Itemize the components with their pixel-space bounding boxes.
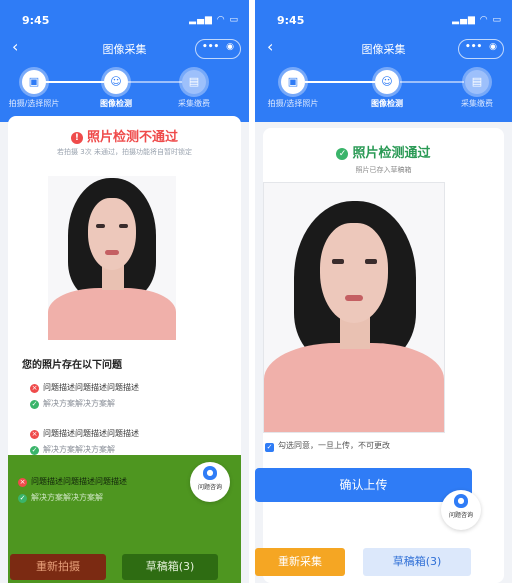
payment-step-icon: ▤ [182, 70, 206, 94]
issue-solution: ✓ 解决方案解决方案解 [30, 399, 115, 409]
check-circle-icon: ✓ [18, 494, 27, 503]
step-connector-pending [128, 81, 186, 83]
step-label-detect: 图像检测 [100, 99, 132, 108]
error-icon: ! [70, 132, 83, 144]
consult-label: 问题咨询 [197, 484, 222, 491]
step-label-photo: 拍摄/选择照片 [8, 99, 60, 108]
issue-problem: × 问题描述问题描述问题描述 [30, 383, 139, 393]
consult-label: 问题咨询 [448, 512, 473, 519]
portrait-photo [263, 182, 445, 433]
status-icons: ▂▄▆ ◠ ▭ [189, 15, 239, 25]
check-circle-icon: ✓ [336, 148, 349, 160]
progress-steps: ▣ ☺ ▤ 拍摄/选择照片 图像检测 采集缴费 [0, 68, 249, 118]
header: 9:45 ▂▄▆ ◠ ▭ ‹ 图像采集 ••• ◉ ▣ ☺ ▤ 拍摄/选择照片 … [0, 0, 249, 122]
consult-button[interactable]: ● 问题咨询 [190, 462, 230, 502]
detect-step-icon: ☺ [375, 70, 399, 94]
saved-note: 照片已存入草稿箱 [355, 166, 412, 174]
issue-problem: × 问题描述问题描述问题描述 [30, 429, 139, 439]
consult-button[interactable]: ● 问题咨询 [441, 490, 481, 530]
right-phone-screen: 9:45 ▂▄▆ ◠ ▭ ‹ 图像采集 ••• ◉ ▣ ☺ ▤ 拍摄/选择照片 … [255, 0, 512, 583]
agreement-checkbox[interactable]: ✓ 勾选同意，一旦上传，不可更改 [265, 440, 390, 452]
result-title-text: 照片检测不通过 [86, 130, 178, 145]
close-circle-icon: × [18, 478, 27, 487]
step-label-payment: 采集缴费 [461, 99, 493, 108]
detect-step-icon: ☺ [104, 70, 128, 94]
check-circle-icon: ✓ [30, 446, 39, 455]
portrait-photo [48, 176, 176, 340]
confirm-upload-button[interactable]: 确认上传 [255, 468, 472, 502]
chat-icon: ● [203, 466, 217, 480]
retry-note: 若拍摄 3次 未通过，拍摄功能将自暂时锁定 [57, 148, 192, 156]
drafts-button[interactable]: 草稿箱(3) [122, 554, 218, 580]
more-icon[interactable]: ••• [202, 42, 219, 52]
result-title: ! 照片检测不通过 [8, 126, 241, 145]
issue-problem: × 问题描述问题描述问题描述 [18, 477, 127, 487]
close-target-icon[interactable]: ◉ [489, 42, 497, 52]
nav-bar: ‹ 图像采集 ••• ◉ [255, 37, 512, 60]
miniapp-capsule[interactable]: ••• ◉ [458, 39, 504, 59]
result-title: ✓ 照片检测通过 [263, 142, 504, 161]
close-target-icon[interactable]: ◉ [226, 42, 234, 52]
step-connector-pending [400, 81, 464, 83]
left-phone-screen: 9:45 ▂▄▆ ◠ ▭ ‹ 图像采集 ••• ◉ ▣ ☺ ▤ 拍摄/选择照片 … [0, 0, 249, 583]
step-label-detect: 图像检测 [371, 99, 403, 108]
miniapp-capsule[interactable]: ••• ◉ [195, 39, 241, 59]
issues-heading: 您的照片存在以下问题 [22, 360, 122, 371]
issue-solution: ✓ 解决方案解决方案解 [30, 445, 115, 455]
more-icon[interactable]: ••• [465, 42, 482, 52]
result-title-text: 照片检测通过 [352, 146, 431, 161]
close-circle-icon: × [30, 430, 39, 439]
drafts-button[interactable]: 草稿箱(3) [363, 548, 471, 576]
payment-step-icon: ▤ [465, 70, 489, 94]
nav-bar: ‹ 图像采集 ••• ◉ [0, 37, 249, 60]
status-time: 9:45 [277, 14, 305, 27]
step-label-payment: 采集缴费 [178, 99, 210, 108]
checkbox-icon[interactable]: ✓ [265, 443, 274, 452]
step-connector-done [305, 81, 375, 83]
header: 9:45 ▂▄▆ ◠ ▭ ‹ 图像采集 ••• ◉ ▣ ☺ ▤ 拍摄/选择照片 … [255, 0, 512, 122]
retake-button[interactable]: 重新拍摄 [10, 554, 106, 580]
progress-steps: ▣ ☺ ▤ 拍摄/选择照片 图像检测 采集缴费 [255, 68, 512, 118]
status-time: 9:45 [22, 14, 50, 27]
check-circle-icon: ✓ [30, 400, 39, 409]
chat-icon: ● [454, 494, 468, 508]
photo-step-icon: ▣ [22, 70, 46, 94]
recollect-button[interactable]: 重新采集 [255, 548, 345, 576]
step-label-photo: 拍摄/选择照片 [267, 99, 319, 108]
close-circle-icon: × [30, 384, 39, 393]
photo-step-icon: ▣ [281, 70, 305, 94]
status-icons: ▂▄▆ ◠ ▭ [452, 15, 502, 25]
issue-solution: ✓ 解决方案解决方案解 [18, 493, 103, 503]
